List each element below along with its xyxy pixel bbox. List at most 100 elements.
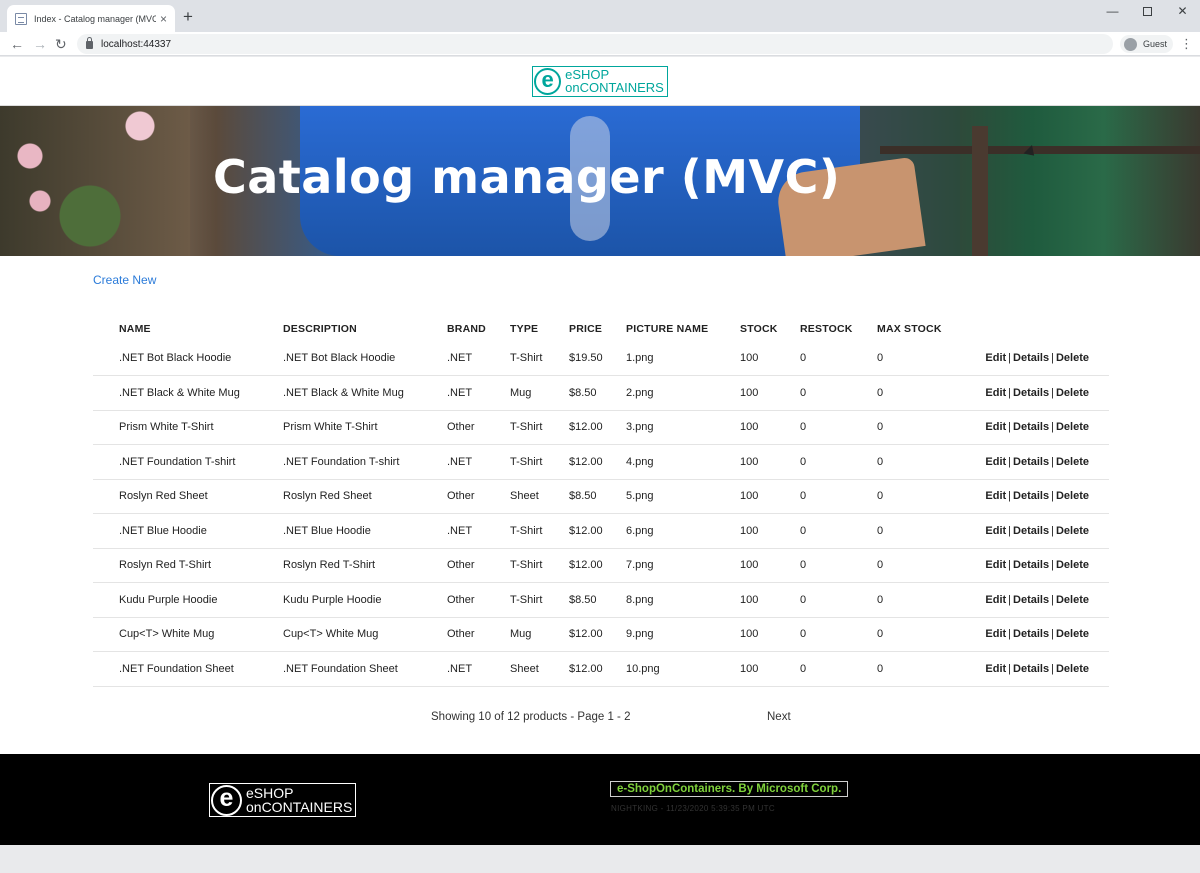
details-link[interactable]: Details — [1013, 490, 1049, 502]
cell-max-stock: 0 — [877, 410, 969, 445]
cell-restock: 0 — [800, 582, 877, 618]
action-separator: | — [1051, 628, 1054, 641]
footer-server-info: NIGHTKING - 11/23/2020 5:39:35 PM UTC — [611, 804, 775, 813]
cell-name: .NET Black & White Mug — [93, 375, 283, 411]
cell-picture-name: 7.png — [626, 548, 740, 583]
edit-link[interactable]: Edit — [985, 559, 1006, 571]
cell-restock: 0 — [800, 444, 877, 480]
action-separator: | — [1051, 455, 1054, 468]
pagination-summary: Showing 10 of 12 products - Page 1 - 2 — [431, 710, 631, 723]
details-link[interactable]: Details — [1013, 525, 1049, 537]
edit-link[interactable]: Edit — [985, 525, 1006, 537]
delete-link[interactable]: Delete — [1056, 387, 1089, 399]
action-separator: | — [1051, 421, 1054, 434]
edit-link[interactable]: Edit — [985, 663, 1006, 675]
lock-icon[interactable] — [86, 37, 93, 49]
delete-link[interactable]: Delete — [1056, 559, 1089, 571]
tab-close-icon[interactable]: × — [160, 13, 167, 25]
edit-link[interactable]: Edit — [985, 594, 1006, 606]
edit-link[interactable]: Edit — [985, 628, 1006, 640]
cell-type: T-Shirt — [510, 513, 569, 549]
profile-button[interactable]: Guest — [1120, 35, 1174, 53]
cell-restock: 0 — [800, 617, 877, 652]
forward-button[interactable]: → — [33, 35, 47, 53]
maximize-icon — [1143, 6, 1152, 16]
cell-type: T-Shirt — [510, 548, 569, 583]
column-header-max-stock: MAX STOCK — [877, 323, 942, 335]
row-actions: Edit | Details | Delete — [969, 513, 1109, 549]
action-separator: | — [1008, 421, 1012, 434]
cell-brand: .NET — [447, 444, 510, 480]
details-link[interactable]: Details — [1013, 594, 1049, 606]
maximize-button[interactable] — [1130, 0, 1165, 22]
cell-brand: Other — [447, 479, 510, 514]
delete-link[interactable]: Delete — [1056, 352, 1089, 364]
row-actions: Edit | Details | Delete — [969, 341, 1109, 376]
details-link[interactable]: Details — [1013, 456, 1049, 468]
action-separator: | — [1051, 593, 1054, 606]
close-window-button[interactable]: ✕ — [1165, 0, 1200, 22]
cell-stock: 100 — [740, 410, 800, 445]
cell-description: .NET Foundation Sheet — [283, 651, 447, 687]
cell-price: $12.00 — [569, 548, 626, 583]
table-body: .NET Bot Black Hoodie .NET Bot Black Hood… — [93, 341, 1109, 687]
cell-type: T-Shirt — [510, 582, 569, 618]
details-link[interactable]: Details — [1013, 352, 1049, 364]
address-bar[interactable]: localhost:44337 — [77, 34, 1113, 54]
action-separator: | — [1051, 559, 1054, 572]
details-link[interactable]: Details — [1013, 421, 1049, 433]
action-separator: | — [1051, 386, 1054, 399]
table-row: Roslyn Red T-Shirt Roslyn Red T-Shirt Othe… — [93, 548, 1109, 583]
eshop-logo[interactable]: e eSHOP onCONTAINERS — [532, 65, 668, 97]
cell-description: Kudu Purple Hoodie — [283, 582, 447, 618]
edit-link[interactable]: Edit — [985, 421, 1006, 433]
action-separator: | — [1008, 593, 1012, 606]
cell-price: $8.50 — [569, 582, 626, 618]
details-link[interactable]: Details — [1013, 663, 1049, 675]
reload-button[interactable]: ↻ — [55, 35, 67, 53]
delete-link[interactable]: Delete — [1056, 490, 1089, 502]
delete-link[interactable]: Delete — [1056, 525, 1089, 537]
row-actions: Edit | Details | Delete — [969, 479, 1109, 514]
cell-price: $12.00 — [569, 444, 626, 480]
cell-max-stock: 0 — [877, 651, 969, 687]
cell-max-stock: 0 — [877, 513, 969, 549]
details-link[interactable]: Details — [1013, 559, 1049, 571]
cell-price: $12.00 — [569, 513, 626, 549]
edit-link[interactable]: Edit — [985, 456, 1006, 468]
back-button[interactable]: ← — [10, 35, 24, 53]
column-header-description: DESCRIPTION — [283, 323, 357, 335]
cell-stock: 100 — [740, 617, 800, 652]
delete-link[interactable]: Delete — [1056, 628, 1089, 640]
edit-link[interactable]: Edit — [985, 387, 1006, 399]
details-link[interactable]: Details — [1013, 628, 1049, 640]
new-tab-button[interactable]: + — [183, 8, 193, 25]
delete-link[interactable]: Delete — [1056, 663, 1089, 675]
cell-max-stock: 0 — [877, 479, 969, 514]
delete-link[interactable]: Delete — [1056, 594, 1089, 606]
browser-menu-icon[interactable]: ⋮ — [1180, 35, 1193, 53]
browser-tab[interactable]: Index - Catalog manager (MVC) × — [7, 5, 175, 32]
profile-label: Guest — [1143, 39, 1168, 49]
create-new-link[interactable]: Create New — [93, 273, 156, 287]
edit-link[interactable]: Edit — [985, 490, 1006, 502]
delete-link[interactable]: Delete — [1056, 421, 1089, 433]
url-text[interactable]: localhost:44337 — [101, 39, 171, 50]
cell-picture-name: 4.png — [626, 444, 740, 480]
minimize-button[interactable]: — — [1095, 0, 1130, 22]
cell-stock: 100 — [740, 548, 800, 583]
action-separator: | — [1008, 628, 1012, 641]
cell-picture-name: 8.png — [626, 582, 740, 618]
browser-tab-strip: Index - Catalog manager (MVC) × + — ✕ — [0, 0, 1200, 32]
next-page-link[interactable]: Next — [767, 711, 791, 723]
delete-link[interactable]: Delete — [1056, 456, 1089, 468]
cell-picture-name: 10.png — [626, 651, 740, 687]
action-separator: | — [1008, 524, 1012, 537]
details-link[interactable]: Details — [1013, 387, 1049, 399]
cell-max-stock: 0 — [877, 582, 969, 618]
cell-type: T-Shirt — [510, 341, 569, 376]
cell-description: .NET Foundation T-shirt — [283, 444, 447, 480]
cell-description: .NET Bot Black Hoodie — [283, 341, 447, 376]
logo-line-2: onCONTAINERS — [565, 80, 664, 95]
edit-link[interactable]: Edit — [985, 352, 1006, 364]
